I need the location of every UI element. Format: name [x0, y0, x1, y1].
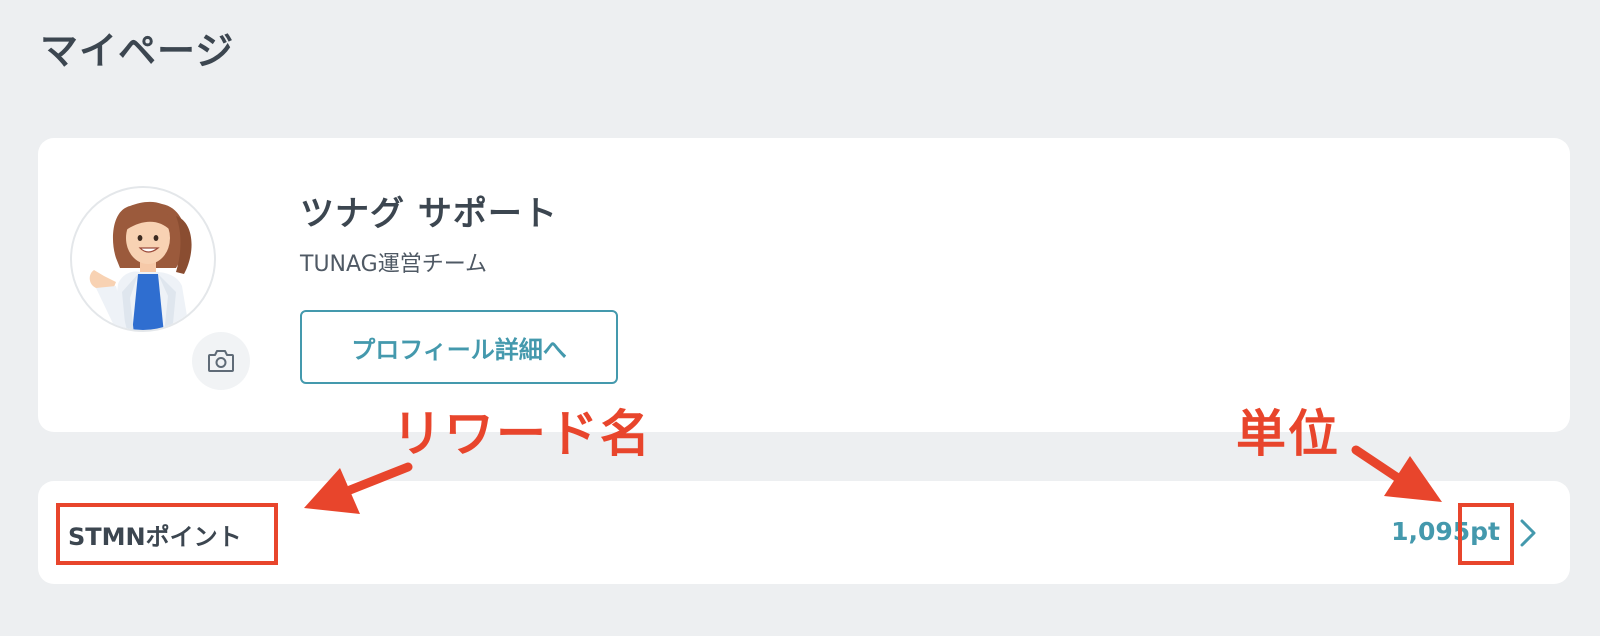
page-title: マイページ [40, 29, 235, 73]
reward-value: 1,095 pt [1391, 517, 1500, 546]
reward-card[interactable]: STMNポイント 1,095 pt [38, 481, 1570, 584]
avatar[interactable] [70, 186, 216, 332]
my-page: マイページ ツナグ サポート TUNAG運営チーム プロフィール詳細へ STMN… [0, 0, 1600, 636]
profile-card: ツナグ サポート TUNAG運営チーム プロフィール詳細へ [38, 138, 1570, 432]
avatar-container [70, 186, 250, 390]
profile-detail-button[interactable]: プロフィール詳細へ [300, 310, 618, 384]
annotation-unit-label: 単位 [1236, 405, 1340, 463]
change-photo-button[interactable] [192, 332, 250, 390]
reward-amount: 1,095 [1391, 517, 1471, 546]
annotation-reward-name-label: リワード名 [392, 405, 652, 463]
camera-icon [208, 350, 234, 372]
user-avatar-illustration [89, 201, 192, 330]
reward-name: STMNポイント [68, 523, 242, 551]
chevron-right-icon[interactable] [1516, 517, 1540, 549]
profile-team: TUNAG運営チーム [300, 252, 488, 277]
profile-name: ツナグ サポート [300, 194, 558, 234]
reward-unit: pt [1470, 517, 1500, 546]
